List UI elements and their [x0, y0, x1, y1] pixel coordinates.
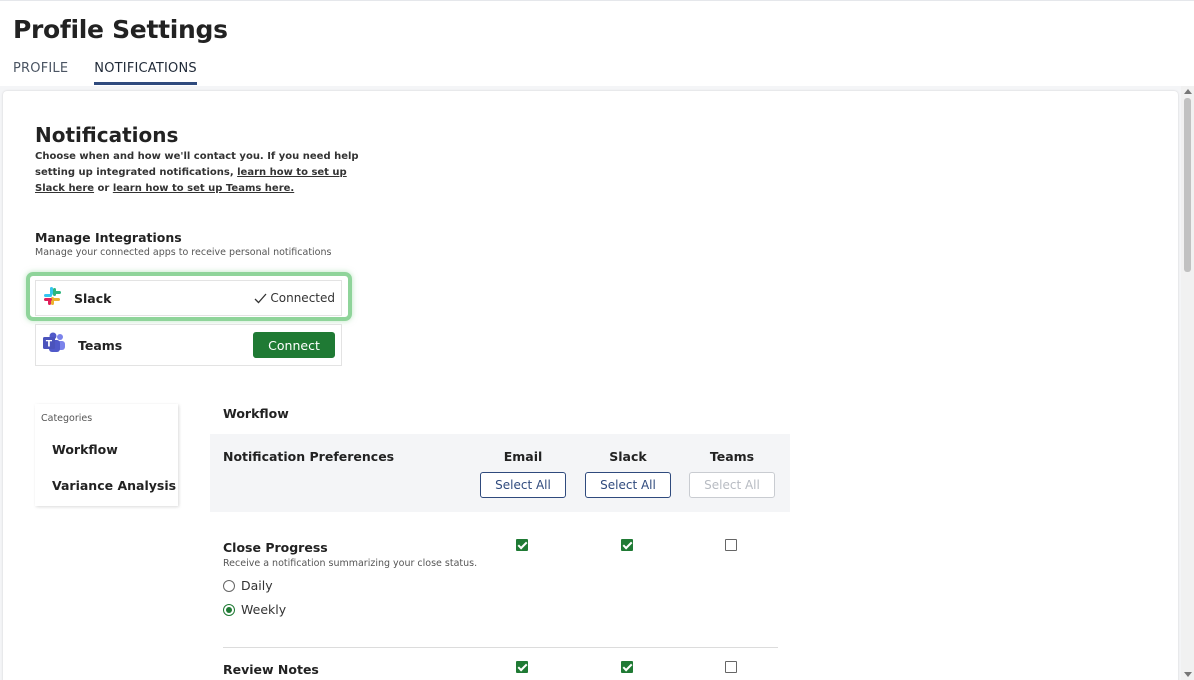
preferences-label: Notification Preferences: [223, 449, 395, 464]
tab-notifications[interactable]: NOTIFICATIONS: [94, 61, 197, 85]
column-slack: Slack: [609, 449, 647, 464]
weekly-radio[interactable]: [223, 603, 235, 616]
frequency-weekly-option[interactable]: Weekly: [223, 602, 286, 617]
description-or: or: [94, 183, 113, 194]
svg-text:T: T: [46, 339, 53, 349]
select-all-email-button[interactable]: Select All: [480, 472, 566, 498]
close-progress-email-checkbox[interactable]: [516, 539, 528, 551]
column-email: Email: [503, 449, 543, 464]
column-teams: Teams: [709, 449, 755, 464]
review-notes-title: Review Notes: [223, 662, 319, 677]
close-progress-teams-checkbox[interactable]: [725, 539, 737, 551]
teams-connect-button[interactable]: Connect: [253, 332, 335, 358]
teams-name: Teams: [78, 337, 123, 353]
workflow-section-title: Workflow: [223, 406, 289, 421]
scroll-down-arrow-icon[interactable]: [1184, 672, 1192, 677]
close-progress-slack-checkbox[interactable]: [621, 539, 633, 551]
review-notes-slack-checkbox[interactable]: [621, 661, 633, 673]
manage-integrations-title: Manage Integrations: [35, 230, 182, 245]
scroll-up-arrow-icon[interactable]: [1184, 89, 1192, 94]
categories-label: Categories: [41, 413, 93, 424]
teams-icon: T: [42, 332, 66, 359]
review-notes-email-checkbox[interactable]: [516, 661, 528, 673]
category-variance-analysis[interactable]: Variance Analysis: [52, 478, 176, 493]
preferences-header: Notification Preferences Email Slack Tea…: [210, 434, 790, 512]
select-all-teams-button: Select All: [689, 472, 775, 498]
notifications-card: Notifications Choose when and how we'll …: [3, 91, 1178, 680]
page-title: Profile Settings: [13, 15, 228, 44]
teams-setup-link[interactable]: learn how to set up Teams here.: [113, 183, 294, 194]
teams-integration-row: T Teams Connect: [35, 324, 342, 366]
tab-profile[interactable]: PROFILE: [13, 61, 68, 85]
category-workflow[interactable]: Workflow: [52, 442, 118, 457]
select-all-slack-button[interactable]: Select All: [585, 472, 671, 498]
page-header: Profile Settings PROFILE NOTIFICATIONS: [0, 0, 1194, 86]
close-progress-subtitle: Receive a notification summarizing your …: [223, 558, 478, 569]
tab-bar: PROFILE NOTIFICATIONS: [13, 61, 197, 85]
manage-integrations-subtitle: Manage your connected apps to receive pe…: [35, 247, 332, 258]
close-progress-title: Close Progress: [223, 540, 328, 555]
daily-label: Daily: [241, 578, 273, 593]
vertical-scrollbar[interactable]: [1181, 86, 1194, 680]
frequency-daily-option[interactable]: Daily: [223, 578, 273, 593]
notifications-description: Choose when and how we'll contact you. I…: [35, 149, 365, 197]
notifications-title: Notifications: [35, 123, 179, 147]
daily-radio[interactable]: [223, 579, 235, 592]
scroll-thumb[interactable]: [1184, 98, 1191, 272]
slack-highlight-frame: [26, 272, 352, 321]
review-notes-teams-checkbox[interactable]: [725, 661, 737, 673]
row-divider: [223, 647, 778, 648]
categories-panel: Categories Workflow Variance Analysis: [35, 404, 178, 506]
weekly-label: Weekly: [241, 602, 287, 617]
